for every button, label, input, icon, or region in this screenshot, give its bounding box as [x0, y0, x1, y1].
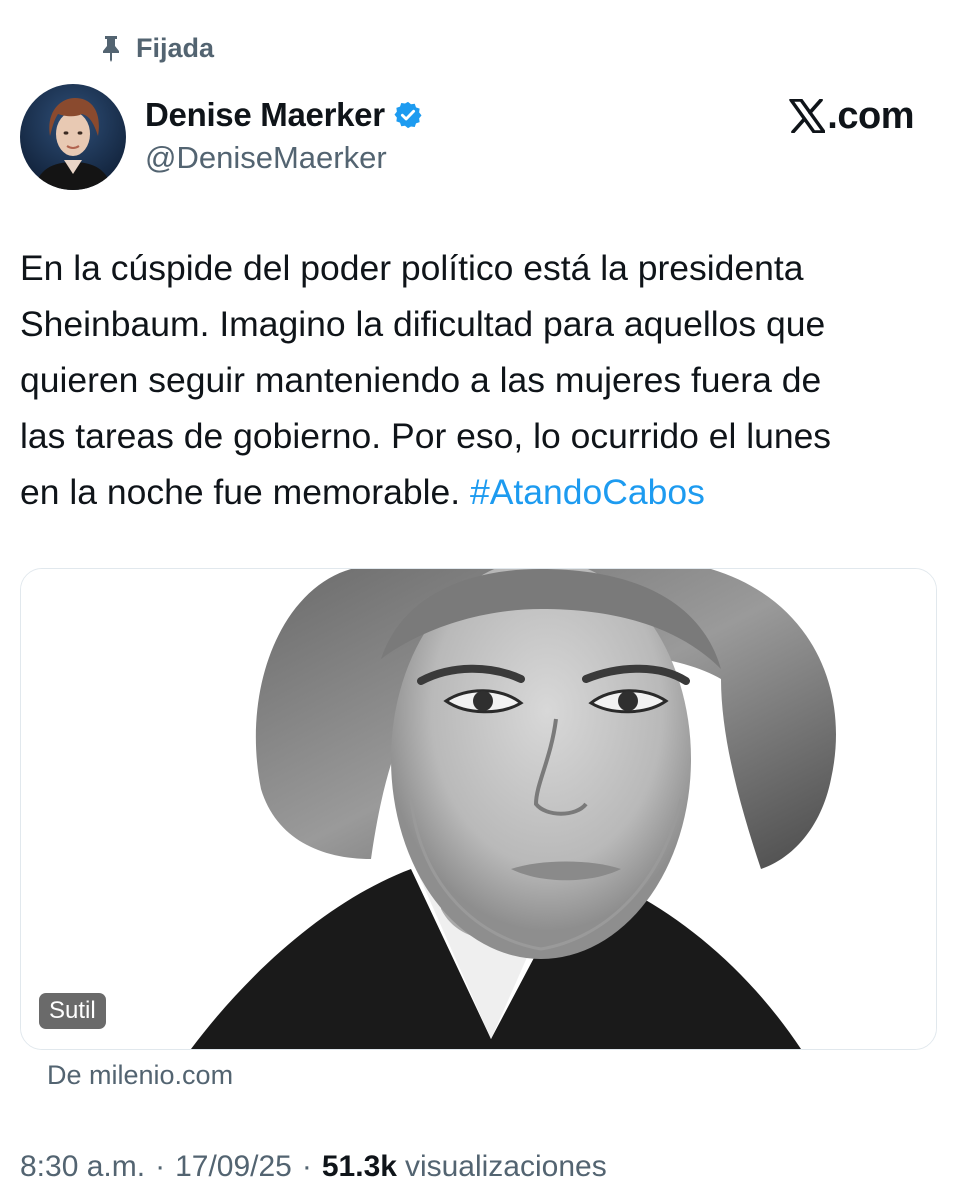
card-tag: Sutil: [39, 993, 106, 1029]
brand-text: .com: [827, 94, 914, 137]
tweet-line: En la cúspide del poder político está la…: [20, 248, 804, 288]
author-name[interactable]: Denise Maerker: [145, 96, 385, 134]
card-source[interactable]: De milenio.com: [47, 1060, 233, 1091]
tweet-meta: 8:30 a.m. · 17/09/25 · 51.3k visualizaci…: [20, 1150, 607, 1184]
author-name-row[interactable]: Denise Maerker: [145, 94, 423, 136]
avatar[interactable]: [20, 84, 126, 190]
brand-watermark: .com: [789, 92, 914, 140]
tweet-line: Sheinbaum. Imagino la dificultad para aq…: [20, 304, 826, 344]
verified-badge-icon: [393, 100, 423, 130]
x-logo-icon: [789, 99, 826, 133]
pinned-indicator: Fijada: [100, 28, 214, 68]
views-count: 51.3k: [321, 1150, 397, 1183]
tweet-line: quieren seguir manteniendo a las mujeres…: [20, 360, 822, 400]
meta-separator: ·: [301, 1150, 312, 1183]
meta-separator: ·: [155, 1150, 166, 1183]
tweet-text: En la cúspide del poder político está la…: [20, 240, 940, 520]
card-image: [21, 569, 936, 1049]
author-handle[interactable]: @DeniseMaerker: [145, 140, 387, 176]
views-label: visualizaciones: [404, 1150, 607, 1183]
tweet-line: las tareas de gobierno. Por eso, lo ocur…: [20, 416, 832, 456]
tweet-line: en la noche fue memorable.: [20, 472, 470, 512]
link-card[interactable]: Sutil: [20, 568, 937, 1050]
tweet-time[interactable]: 8:30 a.m.: [20, 1150, 145, 1184]
tweet-line-last: en la noche fue memorable. #AtandoCabos: [20, 464, 940, 520]
tweet-date[interactable]: 17/09/25: [175, 1150, 292, 1184]
pinned-label: Fijada: [136, 32, 215, 63]
pin-icon: [100, 34, 122, 62]
hashtag-link[interactable]: #AtandoCabos: [470, 472, 705, 512]
